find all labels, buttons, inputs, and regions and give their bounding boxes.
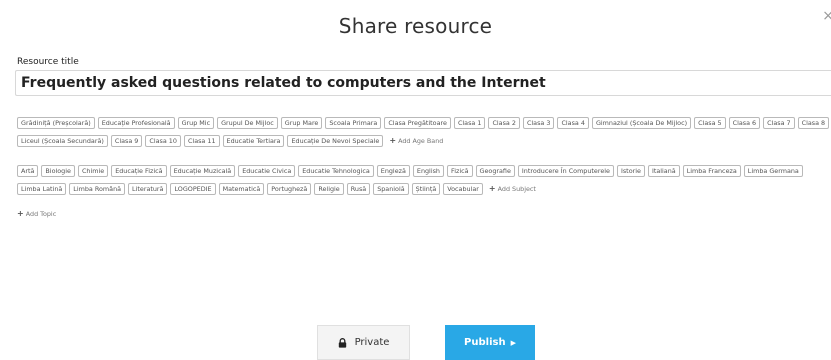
- subject-tag-limba-romana[interactable]: Limba Română: [69, 183, 126, 195]
- subject-tag-rusa[interactable]: Rusă: [346, 183, 371, 195]
- subject-tag-biologie[interactable]: Biologie: [41, 165, 75, 177]
- subject-tag-spaniola[interactable]: Spaniolă: [373, 183, 409, 195]
- publish-button[interactable]: Publish ▶: [445, 325, 535, 360]
- age-band-tag-gradinita-prescolara[interactable]: Grădiniță (Preșcolară): [17, 117, 95, 129]
- subject-tag-fizica[interactable]: Fizică: [446, 165, 473, 177]
- age-band-tag-clasa-6[interactable]: Clasa 6: [728, 117, 761, 129]
- age-band-tag-educatie-tertiara[interactable]: Educatie Tertiara: [222, 135, 285, 147]
- subject-tag-literatura[interactable]: Literatură: [128, 183, 168, 195]
- subject-tag-religie[interactable]: Religie: [314, 183, 344, 195]
- age-band-tag-clasa-11[interactable]: Clasa 11: [183, 135, 220, 147]
- age-band-tag-clasa-3[interactable]: Clasa 3: [522, 117, 555, 129]
- resource-title-label: Resource title: [17, 57, 79, 67]
- age-band-tag-liceul-scoala-secundara[interactable]: Liceul (Școala Secundară): [17, 135, 108, 147]
- age-band-tag-educatie-de-nevoi-speciale[interactable]: Educație De Nevoi Speciale: [287, 135, 384, 147]
- age-band-tag-clasa-1[interactable]: Clasa 1: [453, 117, 486, 129]
- lock-icon: [338, 337, 346, 348]
- close-icon[interactable]: ×: [822, 8, 831, 24]
- subject-tag-italiana[interactable]: Italiană: [647, 165, 680, 177]
- age-band-tags: Grădiniță (Preșcolară) Educație Profesion…: [17, 117, 831, 147]
- age-band-tag-grupul-de-mijloc[interactable]: Grupul De Mijloc: [217, 117, 278, 129]
- plus-icon: +: [389, 136, 397, 145]
- age-band-tag-clasa-9[interactable]: Clasa 9: [110, 135, 143, 147]
- subject-tag-logopedie[interactable]: LOGOPEDIE: [170, 183, 216, 195]
- age-band-tag-grup-mic[interactable]: Grup Mic: [177, 117, 215, 129]
- private-label: Private: [354, 337, 390, 348]
- subject-tag-english[interactable]: English: [412, 165, 444, 177]
- add-age-band-link[interactable]: + Add Age Band: [389, 135, 443, 147]
- subject-tag-educatie-muzicala[interactable]: Educație Muzicală: [169, 165, 236, 177]
- age-band-tag-educatie-profesionala[interactable]: Educație Profesională: [97, 117, 175, 129]
- add-subject-label: Add Subject: [497, 185, 536, 193]
- age-band-tag-clasa-5[interactable]: Clasa 5: [694, 117, 726, 129]
- subject-tag-vocabular[interactable]: Vocabular: [443, 183, 483, 195]
- age-band-tag-clasa-7[interactable]: Clasa 7: [763, 117, 795, 129]
- subject-tag-istorie[interactable]: Istorie: [616, 165, 645, 177]
- subject-tag-educatie-fizica[interactable]: Educație Fizică: [111, 165, 167, 177]
- age-band-tag-clasa-pregatitoare[interactable]: Clasa Pregătitoare: [384, 117, 451, 129]
- subject-tag-arta[interactable]: Artă: [17, 165, 39, 177]
- subject-tag-educatie-civica[interactable]: Educatie Civica: [238, 165, 296, 177]
- plus-icon: +: [17, 209, 24, 218]
- subject-tag-matematica[interactable]: Matematică: [218, 183, 265, 195]
- subject-tag-limba-latina[interactable]: Limba Latină: [17, 183, 67, 195]
- add-topic-link[interactable]: + Add Topic: [17, 209, 56, 218]
- subject-tag-educatie-tehnologica[interactable]: Educatie Tehnologica: [298, 165, 374, 177]
- publish-label: Publish: [464, 337, 506, 348]
- subject-tag-chimie[interactable]: Chimie: [77, 165, 109, 177]
- age-band-tag-scoala-primara[interactable]: Scoala Primara: [325, 117, 382, 129]
- subject-tag-introducere-in-computerele[interactable]: Introducere În Computerele: [517, 165, 614, 177]
- subject-tags: Artă Biologie Chimie Educație Fizică Educați…: [17, 165, 831, 195]
- age-band-tag-clasa-4[interactable]: Clasa 4: [557, 117, 589, 129]
- dialog-title: Share resource: [338, 14, 493, 38]
- plus-icon: +: [488, 184, 496, 193]
- add-subject-link[interactable]: + Add Subject: [489, 183, 536, 195]
- age-band-tag-clasa-10[interactable]: Clasa 10: [145, 135, 181, 147]
- age-band-tag-clasa-2[interactable]: Clasa 2: [488, 117, 520, 129]
- private-button[interactable]: Private: [317, 325, 410, 360]
- subject-tag-stiinta[interactable]: Știință: [411, 183, 441, 195]
- age-band-tag-grup-mare[interactable]: Grup Mare: [280, 117, 323, 129]
- subject-tag-limba-franceza[interactable]: Limba Franceza: [682, 165, 741, 177]
- subject-tag-limba-germana[interactable]: Limba Germana: [743, 165, 803, 177]
- age-band-tag-gimnaziul-scoala-de-mijloc[interactable]: Gimnaziul (Școala De Mijloc): [591, 117, 692, 129]
- subject-tag-portugheza[interactable]: Portugheză: [267, 183, 312, 195]
- caret-right-icon: ▶: [510, 338, 516, 347]
- resource-title-input[interactable]: Frequently asked questions related to co…: [15, 70, 831, 96]
- add-topic-label: Add Topic: [25, 210, 57, 218]
- add-age-band-label: Add Age Band: [398, 137, 444, 145]
- age-band-tag-clasa-8[interactable]: Clasa 8: [797, 117, 830, 129]
- subject-tag-geografie[interactable]: Geografie: [475, 165, 515, 177]
- subject-tag-engleza[interactable]: Engleză: [376, 165, 410, 177]
